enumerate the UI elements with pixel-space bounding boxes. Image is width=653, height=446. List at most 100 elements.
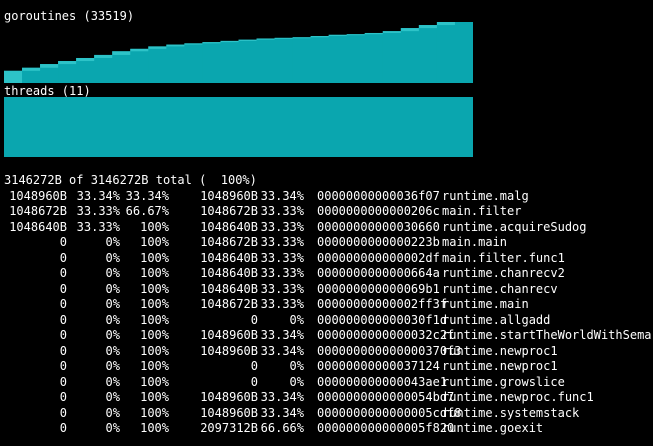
goroutines-step-bar — [94, 54, 113, 83]
flat-pct-cell: 33.33% — [76, 204, 120, 218]
goroutines-step-edge — [58, 61, 77, 65]
goroutines-step-bar — [238, 39, 258, 83]
goroutines-step-edge — [292, 37, 312, 39]
cum-cell: 0 — [250, 374, 258, 389]
flat-pct-cell: 0% — [105, 328, 120, 342]
flat-pct-cell: 0% — [105, 343, 120, 358]
flat-cell: 0 — [59, 328, 67, 342]
address-cell: 0000000000000032c2f — [317, 328, 455, 342]
goroutines-step-bar — [400, 28, 420, 83]
sum-pct-cell: 100% — [140, 219, 169, 234]
table-row: 0 0% 100% 1048960B 33.34% 000000000000000370f… — [4, 344, 652, 360]
profile-summary: 3146272B of 3146272B total ( 100%) — [4, 173, 257, 187]
goroutines-step-edge — [400, 28, 420, 32]
flat-pct-cell: 33.33% — [76, 219, 120, 234]
cum-pct-cell: 33.33% — [260, 250, 304, 265]
cum-pct-cell: 33.34% — [260, 405, 304, 420]
cum-cell: 1048672B — [200, 235, 258, 249]
function-name-cell: main.filter — [442, 204, 522, 218]
goroutines-step-bar — [220, 40, 240, 83]
table-row: 0 0% 100% 1048640B 33.33% 000000000000069b1 ru… — [4, 282, 652, 298]
goroutines-step-edge — [256, 38, 276, 40]
function-name-cell: runtime.chanrecv2 — [442, 266, 565, 280]
flat-pct-cell: 0% — [105, 421, 120, 435]
cum-pct-cell: 33.33% — [260, 235, 304, 249]
address-cell: 00000000000037124 — [317, 359, 440, 373]
table-row: 0 0% 100% 1048672B 33.33% 00000000000002ff3f r… — [4, 297, 652, 313]
cum-pct-cell: 0% — [289, 359, 304, 373]
sum-pct-cell: 33.34% — [125, 188, 169, 203]
flat-pct-cell: 0% — [105, 297, 120, 311]
function-name-cell: runtime.newproc.func1 — [442, 390, 594, 404]
flat-pct-cell: 0% — [105, 266, 120, 280]
cum-pct-cell: 33.34% — [260, 390, 304, 404]
cum-pct-cell: 33.33% — [260, 266, 304, 280]
goroutines-step-edge — [130, 48, 149, 52]
function-name-cell: runtime.main — [442, 297, 529, 311]
sum-pct-cell: 100% — [140, 390, 169, 404]
sum-pct-cell: 100% — [140, 374, 169, 389]
goroutines-step-bar — [166, 44, 185, 83]
cum-pct-cell: 0% — [289, 312, 304, 327]
table-row: 1048640B 33.33% 100% 1048640B 33.33% 00000000… — [4, 220, 652, 236]
goroutines-step-bar — [202, 42, 222, 83]
address-cell: 000000000000002df — [317, 250, 440, 265]
goroutines-step-edge — [4, 70, 23, 83]
cum-pct-cell: 66.66% — [260, 421, 304, 435]
table-row: 1048960B 33.34% 33.34% 1048960B 33.34% 000000… — [4, 189, 652, 205]
goroutines-step-edge — [382, 31, 402, 33]
function-name-cell: runtime.startTheWorldWithSema — [442, 328, 652, 342]
goroutines-step-edge — [328, 34, 348, 37]
cum-cell: 1048960B — [200, 343, 258, 358]
cum-pct-cell: 0% — [289, 374, 304, 389]
function-name-cell: runtime.acquireSudog — [442, 219, 587, 234]
table-row: 0 0% 100% 0 0% 000000000000030f1d runtime.allg… — [4, 313, 652, 329]
flat-cell: 0 — [59, 297, 67, 311]
goroutines-step-edge — [94, 54, 113, 58]
cum-pct-cell: 33.33% — [260, 204, 304, 218]
table-row: 1048672B 33.33% 66.67% 1048672B 33.33% 000000… — [4, 204, 652, 220]
address-cell: 000000000000030f1d — [317, 312, 448, 327]
cum-pct-cell: 33.33% — [260, 281, 304, 296]
goroutines-label: goroutines (33519) — [4, 9, 135, 23]
goroutines-step-bar — [184, 43, 204, 83]
goroutines-step-edge — [418, 25, 438, 29]
table-row: 0 0% 100% 0 0% 000000000000043ae1 runtime.grow… — [4, 375, 652, 391]
flat-pct-cell: 0% — [105, 250, 120, 265]
address-cell: 00000000000036f07 — [317, 188, 440, 203]
goroutines-step-bar — [148, 46, 167, 83]
function-name-cell: runtime.newproc1 — [442, 359, 558, 373]
address-cell: 0000000000000664a — [317, 266, 440, 280]
goroutines-step-bar — [112, 51, 131, 83]
address-cell: 0000000000000054bd7 — [317, 390, 455, 404]
goroutines-step-bar — [328, 34, 348, 83]
sum-pct-cell: 100% — [140, 250, 169, 265]
table-row: 0 0% 100% 1048960B 33.34% 0000000000000032c2f… — [4, 328, 652, 344]
address-cell: 00000000000002ff3f — [317, 297, 448, 311]
goroutines-step-bar — [274, 37, 294, 83]
table-row: 0 0% 100% 1048640B 33.33% 000000000000002df ma… — [4, 251, 652, 267]
goroutines-step-bar — [58, 61, 77, 83]
address-cell: 000000000000043ae1 — [317, 374, 448, 389]
address-cell: 000000000000069b1 — [317, 281, 440, 296]
goroutines-step-edge — [22, 67, 41, 71]
address-cell: 0000000000000005cdf8 — [317, 405, 462, 420]
function-name-cell: main.main — [442, 235, 508, 249]
cum-cell: 1048960B — [200, 188, 258, 203]
cum-cell: 2097312B — [200, 421, 258, 435]
function-name-cell: runtime.chanrecv — [442, 281, 558, 296]
goroutines-step-edge — [76, 57, 95, 62]
threads-chart — [4, 97, 473, 157]
function-name-cell: runtime.systemstack — [442, 405, 580, 420]
goroutines-step-bar — [256, 38, 276, 83]
goroutines-step-edge — [40, 64, 59, 68]
profile-table: 3146272B of 3146272B total ( 100%) 10489… — [4, 173, 652, 437]
address-cell: 000000000000005f820 — [317, 421, 455, 435]
cum-pct-cell: 33.34% — [260, 343, 304, 358]
flat-pct-cell: 33.34% — [76, 188, 120, 203]
goroutines-step-bar — [418, 25, 438, 83]
sum-pct-cell: 66.67% — [125, 204, 169, 218]
goroutines-step-edge — [220, 40, 240, 43]
cum-cell: 1048640B — [200, 266, 258, 280]
sum-pct-cell: 100% — [140, 343, 169, 358]
